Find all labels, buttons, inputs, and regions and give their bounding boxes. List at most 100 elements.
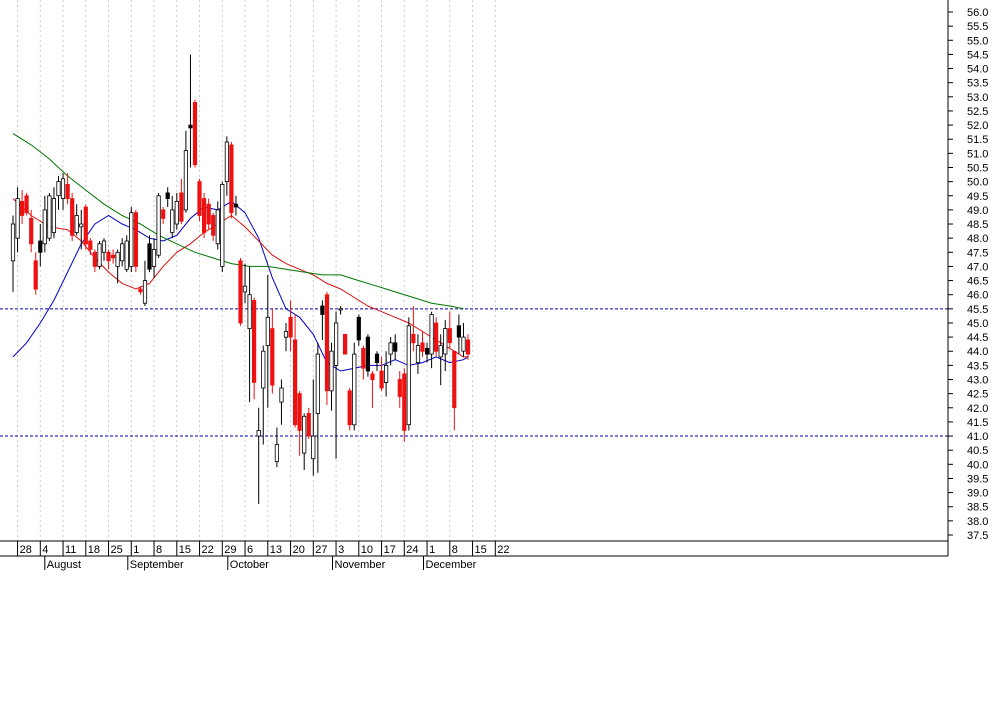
y-tick-label: 49.5 — [967, 191, 988, 203]
y-tick-label: 41.5 — [967, 417, 988, 429]
candle — [238, 257, 243, 326]
candle-body — [42, 209, 47, 245]
candle — [142, 260, 148, 307]
y-tick-label: 43.0 — [967, 375, 988, 387]
candle-body — [447, 328, 452, 344]
x-tick-label: 24 — [406, 544, 418, 556]
candle-body — [443, 328, 448, 355]
candle — [120, 238, 125, 267]
candle-body — [106, 251, 111, 262]
candle — [247, 266, 252, 403]
x-tick-label: 27 — [315, 544, 327, 556]
candle — [10, 215, 16, 292]
y-tick-label: 42.0 — [967, 403, 988, 415]
candle — [411, 306, 416, 352]
candle — [361, 345, 366, 380]
x-tick-label: 28 — [20, 544, 32, 556]
candle-body — [74, 215, 79, 233]
x-tick-label: 20 — [293, 544, 305, 556]
candle-body — [88, 240, 93, 250]
candle-body — [156, 195, 161, 256]
y-tick-label: 40.5 — [967, 445, 988, 457]
candle — [315, 342, 320, 473]
candle-body — [70, 198, 75, 236]
candle-body — [356, 316, 361, 341]
x-tick-label: 18 — [88, 544, 100, 556]
candle-body — [256, 429, 261, 437]
candle — [283, 322, 289, 352]
candle-body — [138, 288, 143, 293]
candle-body — [215, 209, 220, 245]
candle — [133, 209, 138, 273]
candle — [320, 300, 325, 340]
candle — [201, 192, 207, 239]
y-tick-label: 52.0 — [967, 120, 988, 132]
y-tick-label: 53.0 — [967, 92, 988, 104]
candle — [129, 207, 134, 273]
y-tick-label: 50.5 — [967, 163, 988, 175]
candle — [356, 314, 361, 346]
candle-body — [424, 347, 430, 355]
candle — [433, 317, 439, 357]
candle — [74, 204, 79, 236]
y-tick-label: 48.5 — [967, 219, 988, 231]
candle-body — [129, 212, 134, 267]
moving-averages — [12, 133, 469, 372]
candle — [174, 192, 179, 230]
candle — [465, 334, 471, 360]
candle — [311, 379, 316, 476]
candle — [60, 173, 66, 210]
x-tick-label: 1 — [429, 544, 435, 556]
month-label: December — [426, 559, 477, 571]
candle-body — [120, 243, 125, 262]
candle — [24, 192, 29, 216]
candle — [302, 413, 307, 470]
candle-body — [79, 223, 84, 228]
candle — [97, 240, 102, 270]
candle-body — [347, 390, 352, 426]
candlestick-chart: 37.5 38.0 38.5 39.0 39.5 40.0 40.5 41.0 41.5 42.0… — [0, 0, 994, 720]
y-tick-label: 40.0 — [967, 459, 988, 471]
y-tick-label: 42.5 — [967, 389, 988, 401]
candle-body — [233, 203, 239, 208]
y-tick-label: 37.5 — [967, 530, 988, 542]
x-tick-label: 13 — [270, 544, 282, 556]
candle — [242, 263, 248, 304]
candle-body — [370, 373, 375, 380]
candle — [256, 407, 261, 504]
candle — [297, 390, 302, 456]
candle-body — [397, 379, 402, 397]
x-tick-label: 6 — [247, 544, 253, 556]
y-tick-label: 51.5 — [967, 134, 988, 146]
y-tick-label: 48.0 — [967, 233, 988, 245]
y-tick-label: 46.0 — [967, 290, 988, 302]
candle-body — [206, 203, 211, 225]
candle-body — [283, 331, 289, 338]
level-lines — [0, 308, 948, 437]
candle-body — [251, 299, 257, 383]
candle — [251, 297, 257, 400]
candle — [111, 249, 116, 264]
candle-body — [97, 243, 102, 267]
axes: 37.5 38.0 38.5 39.0 39.5 40.0 40.5 41.0 41.5 42.0… — [0, 0, 988, 571]
candle — [424, 342, 430, 363]
x-tick-label: 8 — [452, 544, 458, 556]
candle-body — [111, 254, 116, 259]
candle — [38, 224, 43, 267]
candle — [374, 351, 380, 372]
candle — [365, 334, 371, 377]
candle — [79, 209, 84, 250]
candle — [19, 190, 25, 225]
candle — [347, 387, 352, 431]
x-tick-label: 8 — [156, 544, 162, 556]
candle — [443, 320, 448, 372]
candle — [101, 238, 107, 261]
x-tick-label: 17 — [384, 544, 396, 556]
candle-body — [24, 195, 29, 214]
y-tick-label: 39.5 — [967, 474, 988, 486]
candle-body — [456, 325, 462, 338]
candle-body — [238, 260, 243, 324]
candle — [188, 54, 193, 168]
candle-body — [388, 342, 393, 355]
candle-body — [38, 240, 43, 253]
